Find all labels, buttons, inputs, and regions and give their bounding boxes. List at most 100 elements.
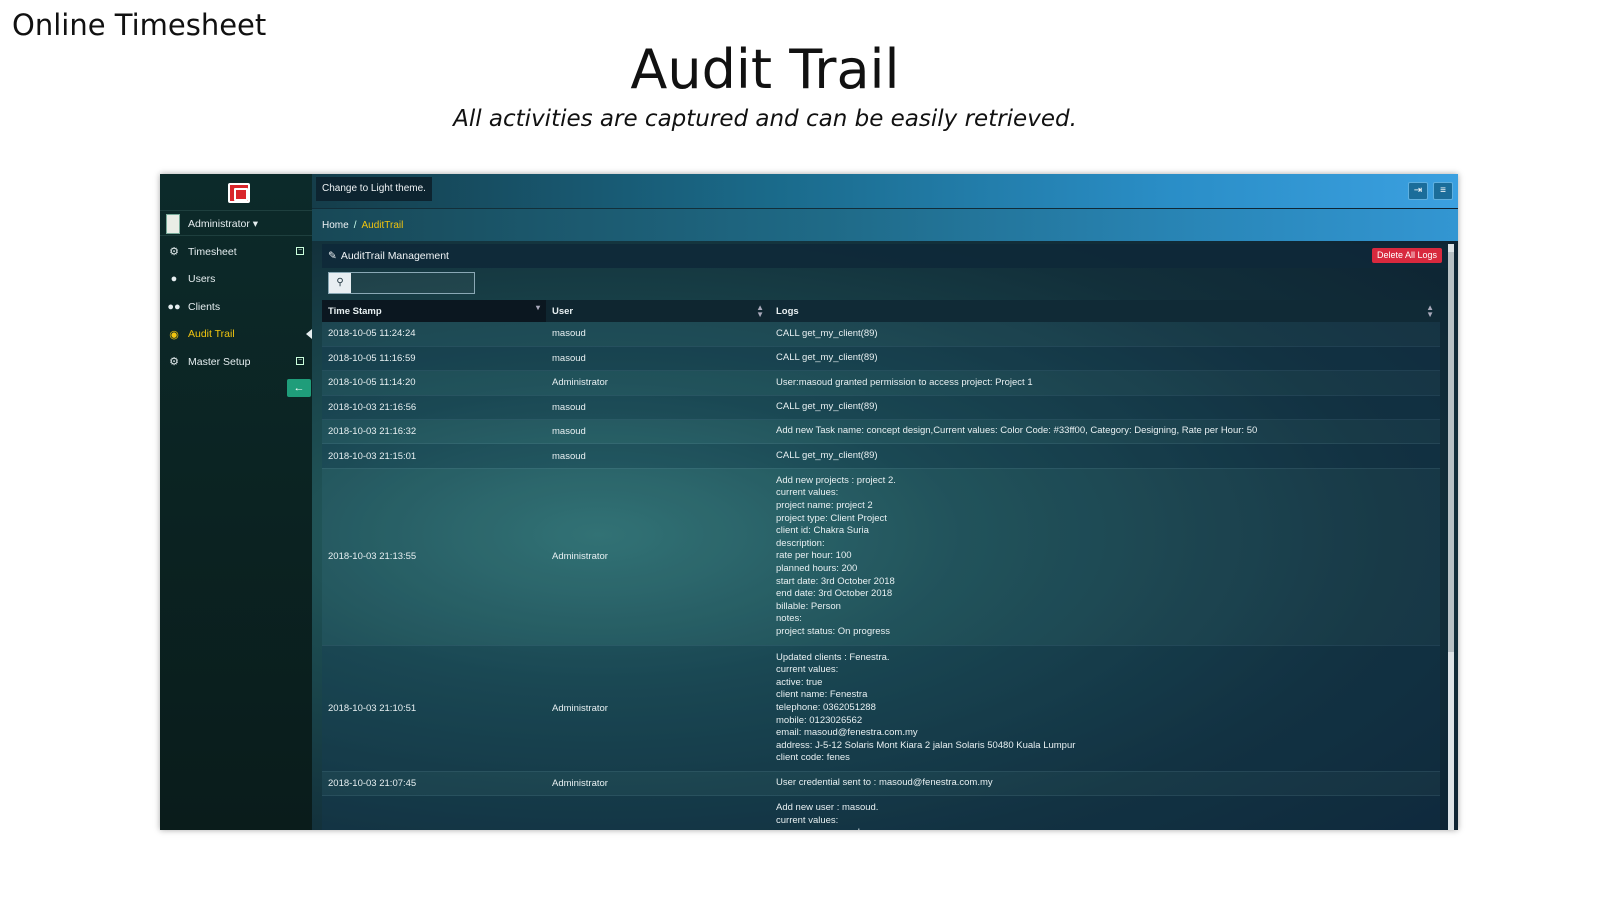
user-cell: masoud [546,346,770,372]
log-line: User:masoud granted permission to access… [776,376,1033,388]
log-line: active: true [776,676,823,688]
table-row[interactable]: 2018-10-03 21:15:01 masoud CALL get_my_cli… [322,443,1440,469]
logout-icon[interactable]: ⇥ [1408,182,1428,200]
timestamp-cell: 2018-10-03 21:16:56 [322,395,546,421]
log-line: CALL get_my_client(89) [776,352,878,364]
log-line: CALL get_my_client(89) [776,401,878,413]
timestamp-cell: 2018-10-03 21:07:45 [322,771,546,797]
log-line: start date: 3rd October 2018 [776,575,895,587]
log-line: end date: 3rd October 2018 [776,588,893,600]
log-line: rate per hour: 100 [776,550,852,562]
logs-cell: Updated clients : Fenestra. current value… [770,645,1440,772]
logs-cell: CALL get_my_client(89) [770,322,1440,347]
table-row[interactable]: 2018-10-05 11:14:20 Administrator User:mas… [322,370,1440,396]
table-row[interactable]: 2018-10-03 21:07:45 Administrator User cre… [322,771,1440,797]
table-row[interactable]: 2018-10-05 11:24:24 masoud CALL get_my_cli… [322,322,1440,347]
timestamp-cell [322,795,546,830]
search-input[interactable] [352,273,474,293]
breadcrumb: Home / AuditTrail [322,220,403,231]
table-row[interactable]: 2018-10-03 21:16:32 masoud Add new Task na… [322,419,1440,445]
table-row[interactable]: 2018-10-05 11:16:59 masoud CALL get_my_cli… [322,346,1440,372]
user-cell: Administrator [546,370,770,396]
sort-icon: ▲ ▼ [756,303,764,319]
log-line: project status: On progress [776,625,891,637]
sidebar-item-label: Clients [188,300,221,313]
timestamp-cell: 2018-10-03 21:10:51 [322,645,546,772]
column-header-user[interactable]: User ▲ ▼ [546,300,770,322]
user-name[interactable]: Administrator ▾ [188,218,258,230]
user-icon: ● [170,273,178,286]
log-line: Add new projects : project 2. [776,474,896,486]
logs-cell: User:masoud granted permission to access… [770,370,1440,396]
sidebar-item-clients[interactable]: ●● Clients [160,293,312,321]
collapse-icon[interactable]: − [296,247,304,255]
gears-icon: ⚙ [169,356,179,369]
scrollbar[interactable] [1448,244,1454,830]
logs-cell: CALL get_my_client(89) [770,346,1440,372]
user-cell: Administrator [546,645,770,772]
collapse-icon[interactable]: − [296,357,304,365]
collapse-sidebar-button[interactable]: ← [287,379,311,397]
app-logo-icon[interactable] [228,183,250,203]
log-line: billable: Person [776,600,841,612]
user-cell [546,795,770,830]
table-row[interactable]: 2018-10-03 21:13:55 Administrator Add new … [322,468,1440,646]
user-cell: masoud [546,419,770,445]
gears-icon: ⚙ [169,246,179,259]
log-line: client id: Chakra Suria [776,525,869,537]
panel-header: ✎ AuditTrail Management Delete All Logs [322,244,1448,268]
log-line: client code: fenes [776,752,850,764]
sidebar-item-timesheet[interactable]: ⚙ Timesheet − [160,238,312,266]
column-header-label: Logs [776,305,799,317]
breadcrumb-current[interactable]: AuditTrail [361,220,403,231]
user-cell: masoud [546,395,770,421]
logs-cell: CALL get_my_client(89) [770,395,1440,421]
timestamp-cell: 2018-10-03 21:15:01 [322,443,546,469]
column-header-logs[interactable]: Logs ▲ ▼ [770,300,1440,322]
app-screenshot: Administrator ▾ ⚙ Timesheet − ● Users ●●… [160,174,1458,830]
user-cell: Administrator [546,771,770,797]
panel-title: ✎ AuditTrail Management [328,250,449,262]
log-line: Add new user : masoud. [776,802,879,814]
eye-icon: ◉ [169,328,179,341]
sidebar-item-master-setup[interactable]: ⚙ Master Setup − [160,348,312,376]
table-row[interactable]: Add new user : masoud.current values:use… [322,795,1440,830]
logs-cell: User credential sent to : masoud@fenestr… [770,771,1440,797]
log-line: description: [776,537,825,549]
sidebar-item-audit-trail[interactable]: ◉ Audit Trail [160,321,312,349]
logs-cell: Add new user : masoud.current values:use… [770,795,1440,830]
table-row[interactable]: 2018-10-03 21:10:51 Administrator Updated … [322,645,1440,772]
logs-cell: Add new projects : project 2. current val… [770,468,1440,646]
logs-cell: CALL get_my_client(89) [770,443,1440,469]
search-box: ⚲ [328,272,475,294]
breadcrumb-home[interactable]: Home [322,220,349,231]
slide-header: Online Timesheet [12,8,267,42]
log-line: project type: Client Project [776,512,887,524]
log-line: email: masoud@fenestra.com.my [776,727,918,739]
delete-all-logs-button[interactable]: Delete All Logs [1371,248,1442,263]
log-line: current values: [776,814,839,826]
audit-table: Time Stamp ▾ User ▲ ▼ Logs ▲ ▼ 2018-10-05 11:… [322,300,1440,830]
user-menu[interactable]: Administrator ▾ [160,210,312,236]
menu-icon[interactable]: ≡ [1433,182,1453,200]
sidebar-nav: ⚙ Timesheet − ● Users ●● Clients ◉ Audit… [160,238,312,376]
column-header-timestamp[interactable]: Time Stamp ▾ [322,300,546,322]
edit-icon: ✎ [328,250,337,262]
audit-table-body: 2018-10-05 11:24:24 masoud CALL get_my_cli… [322,322,1440,830]
breadcrumb-separator: / [353,220,357,231]
timestamp-cell: 2018-10-05 11:14:20 [322,370,546,396]
log-line: Updated clients : Fenestra. [776,651,890,663]
scrollbar-thumb[interactable] [1448,252,1454,652]
search-icon: ⚲ [329,273,351,293]
user-cell: Administrator [546,468,770,646]
change-theme-button[interactable]: Change to Light theme. [316,177,432,201]
sidebar-item-users[interactable]: ● Users [160,266,312,294]
table-row[interactable]: 2018-10-03 21:16:56 masoud CALL get_my_cli… [322,395,1440,421]
user-cell: masoud [546,443,770,469]
timestamp-cell: 2018-10-03 21:16:32 [322,419,546,445]
slide-subtitle: All activities are captured and can be e… [453,106,1077,132]
log-line: client name: Fenestra [776,689,868,701]
sidebar-item-label: Audit Trail [188,328,235,341]
timestamp-cell: 2018-10-05 11:16:59 [322,346,546,372]
sidebar-item-label: Master Setup [188,355,251,368]
